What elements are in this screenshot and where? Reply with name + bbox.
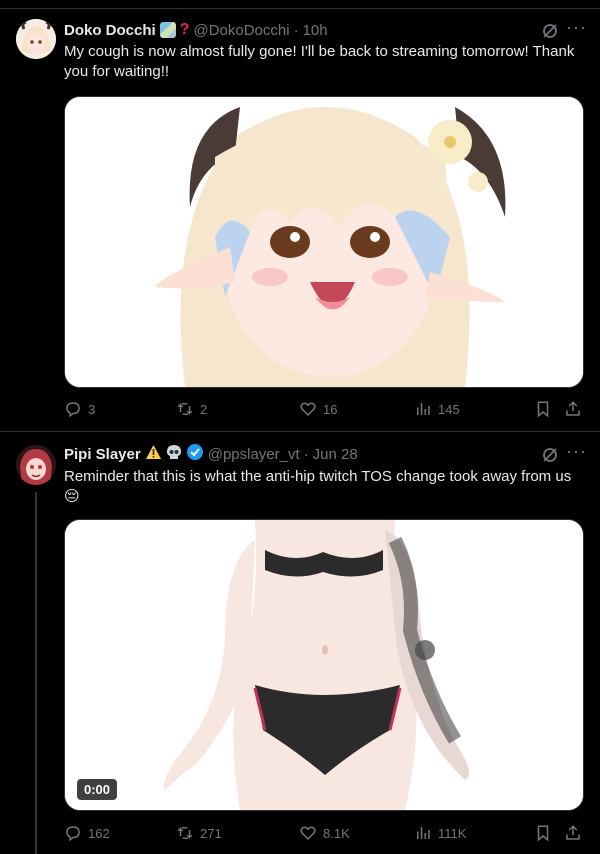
- retweet-count: 2: [200, 401, 208, 417]
- tweet-image[interactable]: [64, 96, 584, 388]
- bookmark-button[interactable]: [534, 824, 552, 842]
- verified-badge-icon[interactable]: [186, 443, 204, 465]
- reply-count: 3: [88, 401, 96, 417]
- like-icon: [300, 826, 316, 841]
- reply-icon: [66, 402, 80, 418]
- tweet-doko-docchi[interactable]: Doko Docchi ? @DokoDocchi · 10h ··· My c…: [0, 8, 600, 432]
- tweet-pipi-slayer[interactable]: Pipi Slayer @ppslayer_vt · Jun 28 ··· Re…: [0, 432, 600, 854]
- handle[interactable]: @DokoDocchi: [193, 22, 289, 39]
- handle[interactable]: @ppslayer_vt: [208, 446, 300, 463]
- views-count: 111K: [438, 825, 467, 841]
- tweet-text: My cough is now almost fully gone! I'll …: [64, 43, 575, 80]
- grok-icon[interactable]: [540, 21, 560, 41]
- bookmark-button[interactable]: [534, 400, 552, 418]
- tweet-header: Doko Docchi ? @DokoDocchi · 10h: [64, 20, 328, 40]
- timestamp[interactable]: Jun 28: [313, 446, 358, 463]
- retweet-icon: [177, 827, 193, 839]
- retweet-button[interactable]: 2: [176, 400, 207, 418]
- tweet-text: Reminder that this is what the anti-hip …: [64, 468, 572, 505]
- tweet-header: Pipi Slayer @ppslayer_vt · Jun 28: [64, 444, 358, 464]
- retweet-icon: [177, 403, 193, 415]
- share-button[interactable]: [564, 400, 582, 418]
- video-duration: 0:00: [77, 779, 118, 800]
- thread-line: [35, 492, 37, 854]
- bookmark-icon: [537, 401, 549, 418]
- skull-emoji-icon: [166, 444, 182, 464]
- avatar[interactable]: [16, 19, 56, 59]
- views-icon: [417, 403, 430, 415]
- avatar[interactable]: [16, 445, 56, 485]
- share-icon: [566, 401, 580, 416]
- share-button[interactable]: [564, 824, 582, 842]
- question-mark-emoji-icon: ?: [179, 21, 190, 38]
- views-button[interactable]: 145: [414, 400, 460, 418]
- separator: ·: [303, 445, 309, 463]
- warning-emoji-icon: [145, 444, 162, 464]
- like-button[interactable]: 8.1K: [299, 824, 350, 842]
- share-icon: [566, 825, 580, 840]
- views-button[interactable]: 111K: [414, 824, 466, 842]
- grok-icon[interactable]: [540, 445, 560, 465]
- reply-count: 162: [88, 825, 110, 841]
- separator: ·: [293, 21, 299, 39]
- views-icon: [417, 827, 430, 839]
- views-count: 145: [438, 401, 460, 417]
- like-count: 16: [323, 401, 338, 417]
- reply-button[interactable]: 162: [64, 824, 110, 842]
- reply-icon: [66, 826, 80, 842]
- more-icon[interactable]: ···: [566, 442, 586, 465]
- tweet-video[interactable]: 0:00: [64, 519, 584, 811]
- retweet-count: 271: [200, 825, 222, 841]
- map-emoji-icon: [159, 22, 176, 38]
- display-name[interactable]: Pipi Slayer: [64, 446, 141, 463]
- more-icon[interactable]: ···: [566, 18, 586, 41]
- like-count: 8.1K: [323, 825, 350, 841]
- timestamp[interactable]: 10h: [303, 22, 328, 39]
- tweet-actions: 162 271 8.1K 111K: [64, 824, 584, 844]
- like-button[interactable]: 16: [299, 400, 337, 418]
- tweet-actions: 3 2 16 145: [64, 400, 584, 420]
- reply-button[interactable]: 3: [64, 400, 95, 418]
- like-icon: [300, 402, 316, 417]
- retweet-button[interactable]: 271: [176, 824, 222, 842]
- bookmark-icon: [537, 825, 549, 842]
- display-name[interactable]: Doko Docchi: [64, 22, 156, 39]
